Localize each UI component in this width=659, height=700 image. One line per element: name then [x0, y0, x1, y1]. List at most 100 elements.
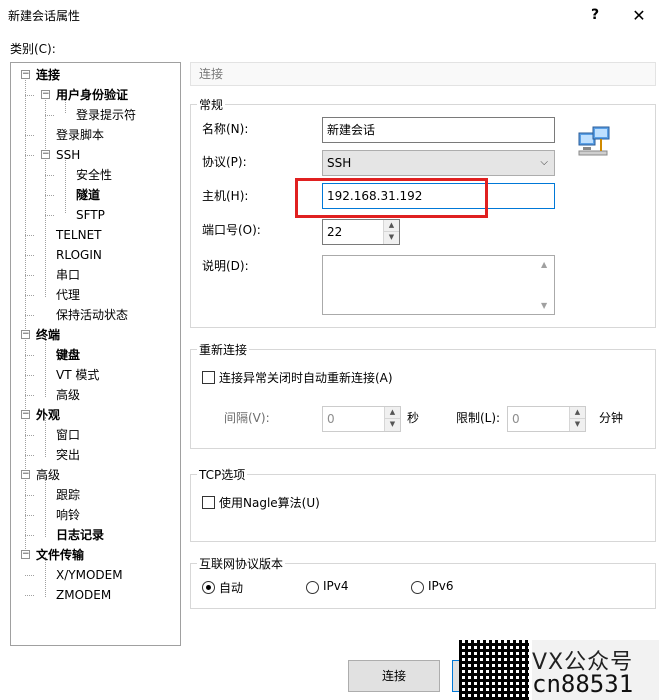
- tree-line: [45, 337, 46, 397]
- general-group-title: 常规: [197, 96, 226, 113]
- interval-value: 0: [327, 412, 335, 426]
- tree-item[interactable]: 外观: [36, 405, 60, 425]
- tree-item[interactable]: 登录提示符: [76, 105, 136, 125]
- help-button[interactable]: ?: [575, 2, 615, 28]
- tree-line: [25, 455, 34, 456]
- radio-ipv4[interactable]: [306, 581, 319, 594]
- protocol-select[interactable]: SSH ⌵: [322, 150, 555, 176]
- tree-line: [25, 355, 34, 356]
- radio-auto[interactable]: [202, 581, 215, 594]
- tree-item[interactable]: VT 模式: [56, 365, 99, 385]
- highlight-annotation-box: [295, 178, 488, 218]
- tree-line: [25, 595, 34, 596]
- description-label: 说明(D):: [202, 259, 249, 273]
- tree-item[interactable]: 连接: [36, 65, 60, 85]
- tree-line: [25, 95, 34, 96]
- tree-item[interactable]: 日志记录: [56, 525, 104, 545]
- tree-item[interactable]: SFTP: [76, 205, 105, 225]
- tree-line: [25, 515, 34, 516]
- category-tree[interactable]: 连接 − 用户身份验证 − 登录提示符 登录脚本 SSH − 安全性 隧道 SFTP TELNET RL…: [10, 62, 181, 646]
- tree-line: [45, 115, 54, 116]
- tree-item[interactable]: X/YMODEM: [56, 565, 123, 585]
- spin-down-icon[interactable]: ▼: [569, 419, 585, 431]
- tree-item[interactable]: TELNET: [56, 225, 102, 245]
- tree-line: [25, 375, 34, 376]
- tree-line: [25, 575, 34, 576]
- tree-item[interactable]: 终端: [36, 325, 60, 345]
- tree-line: [25, 275, 34, 276]
- spin-up-icon[interactable]: ▲: [384, 407, 400, 419]
- host-label: 主机(H):: [202, 189, 249, 203]
- reconnect-group: [190, 349, 656, 449]
- limit-unit: 分钟: [599, 411, 624, 425]
- tree-line: [25, 435, 34, 436]
- tree-item[interactable]: 安全性: [76, 165, 112, 185]
- scroll-down-icon[interactable]: ▼: [541, 301, 547, 310]
- tree-expander-icon[interactable]: −: [21, 410, 30, 419]
- spin-up-icon[interactable]: ▲: [569, 407, 585, 419]
- port-stepper[interactable]: 22 ▲ ▼: [322, 219, 400, 245]
- limit-value: 0: [512, 412, 520, 426]
- spin-up-icon[interactable]: ▲: [383, 220, 399, 232]
- tree-item[interactable]: 代理: [56, 285, 80, 305]
- description-scrollbar[interactable]: ▲ ▼: [538, 256, 554, 314]
- qr-code-image: [459, 640, 529, 700]
- tree-expander-icon[interactable]: −: [21, 550, 30, 559]
- port-label: 端口号(O):: [202, 223, 261, 237]
- reconnect-group-title: 重新连接: [197, 341, 250, 358]
- connect-button[interactable]: 连接: [348, 660, 440, 692]
- radio-ipv6-label: IPv6: [428, 579, 454, 593]
- ip-version-group-title: 互联网协议版本: [197, 555, 286, 572]
- tree-item[interactable]: 文件传输: [36, 545, 84, 565]
- tree-line: [45, 175, 54, 176]
- tree-expander-icon[interactable]: −: [21, 70, 30, 79]
- nagle-checkbox[interactable]: [202, 496, 215, 509]
- tree-item[interactable]: ZMODEM: [56, 585, 111, 605]
- tree-item[interactable]: 高级: [36, 465, 60, 485]
- tree-item[interactable]: 隧道: [76, 185, 100, 205]
- tree-item[interactable]: 键盘: [56, 345, 80, 365]
- tree-item[interactable]: 高级: [56, 385, 80, 405]
- tree-line: [25, 295, 34, 296]
- auto-reconnect-checkbox[interactable]: [202, 371, 215, 384]
- protocol-value: SSH: [327, 156, 352, 170]
- tree-line: [45, 215, 54, 216]
- tree-item[interactable]: 串口: [56, 265, 80, 285]
- interval-stepper[interactable]: 0 ▲ ▼: [322, 406, 401, 432]
- tcp-group-title: TCP选项: [197, 466, 248, 483]
- close-button[interactable]: ✕: [619, 2, 659, 28]
- tree-item[interactable]: SSH: [56, 145, 80, 165]
- title-bar: 新建会话属性 ? ✕: [0, 0, 659, 30]
- limit-stepper[interactable]: 0 ▲ ▼: [507, 406, 586, 432]
- tree-item[interactable]: 窗口: [56, 425, 80, 445]
- tree-line: [25, 77, 26, 557]
- scroll-up-icon[interactable]: ▲: [541, 260, 547, 269]
- tree-item[interactable]: 突出: [56, 445, 80, 465]
- tree-item[interactable]: 保持活动状态: [56, 305, 128, 325]
- tree-item[interactable]: 跟踪: [56, 485, 80, 505]
- tree-item[interactable]: 用户身份验证: [56, 85, 128, 105]
- tree-line: [25, 235, 34, 236]
- watermark-line2: cn88531: [532, 670, 634, 698]
- spin-down-icon[interactable]: ▼: [384, 419, 400, 431]
- name-label: 名称(N):: [202, 122, 249, 136]
- tree-line: [25, 495, 34, 496]
- interval-unit: 秒: [407, 411, 420, 425]
- interval-label: 间隔(V):: [224, 411, 270, 425]
- tree-expander-icon[interactable]: −: [41, 90, 50, 99]
- tree-expander-icon[interactable]: −: [21, 330, 30, 339]
- chevron-down-icon: ⌵: [540, 157, 548, 168]
- tree-expander-icon[interactable]: −: [21, 470, 30, 479]
- tree-line: [45, 97, 46, 297]
- category-label: 类别(C):: [10, 42, 56, 56]
- tree-item[interactable]: 响铃: [56, 505, 80, 525]
- tree-item[interactable]: 登录脚本: [56, 125, 104, 145]
- description-field[interactable]: ▲ ▼: [322, 255, 555, 315]
- spin-down-icon[interactable]: ▼: [383, 232, 399, 244]
- protocol-label: 协议(P):: [202, 155, 247, 169]
- port-value: 22: [327, 225, 343, 239]
- tree-expander-icon[interactable]: −: [41, 150, 50, 159]
- radio-ipv6[interactable]: [411, 581, 424, 594]
- name-field[interactable]: 新建会话: [322, 117, 555, 143]
- tree-item[interactable]: RLOGIN: [56, 245, 102, 265]
